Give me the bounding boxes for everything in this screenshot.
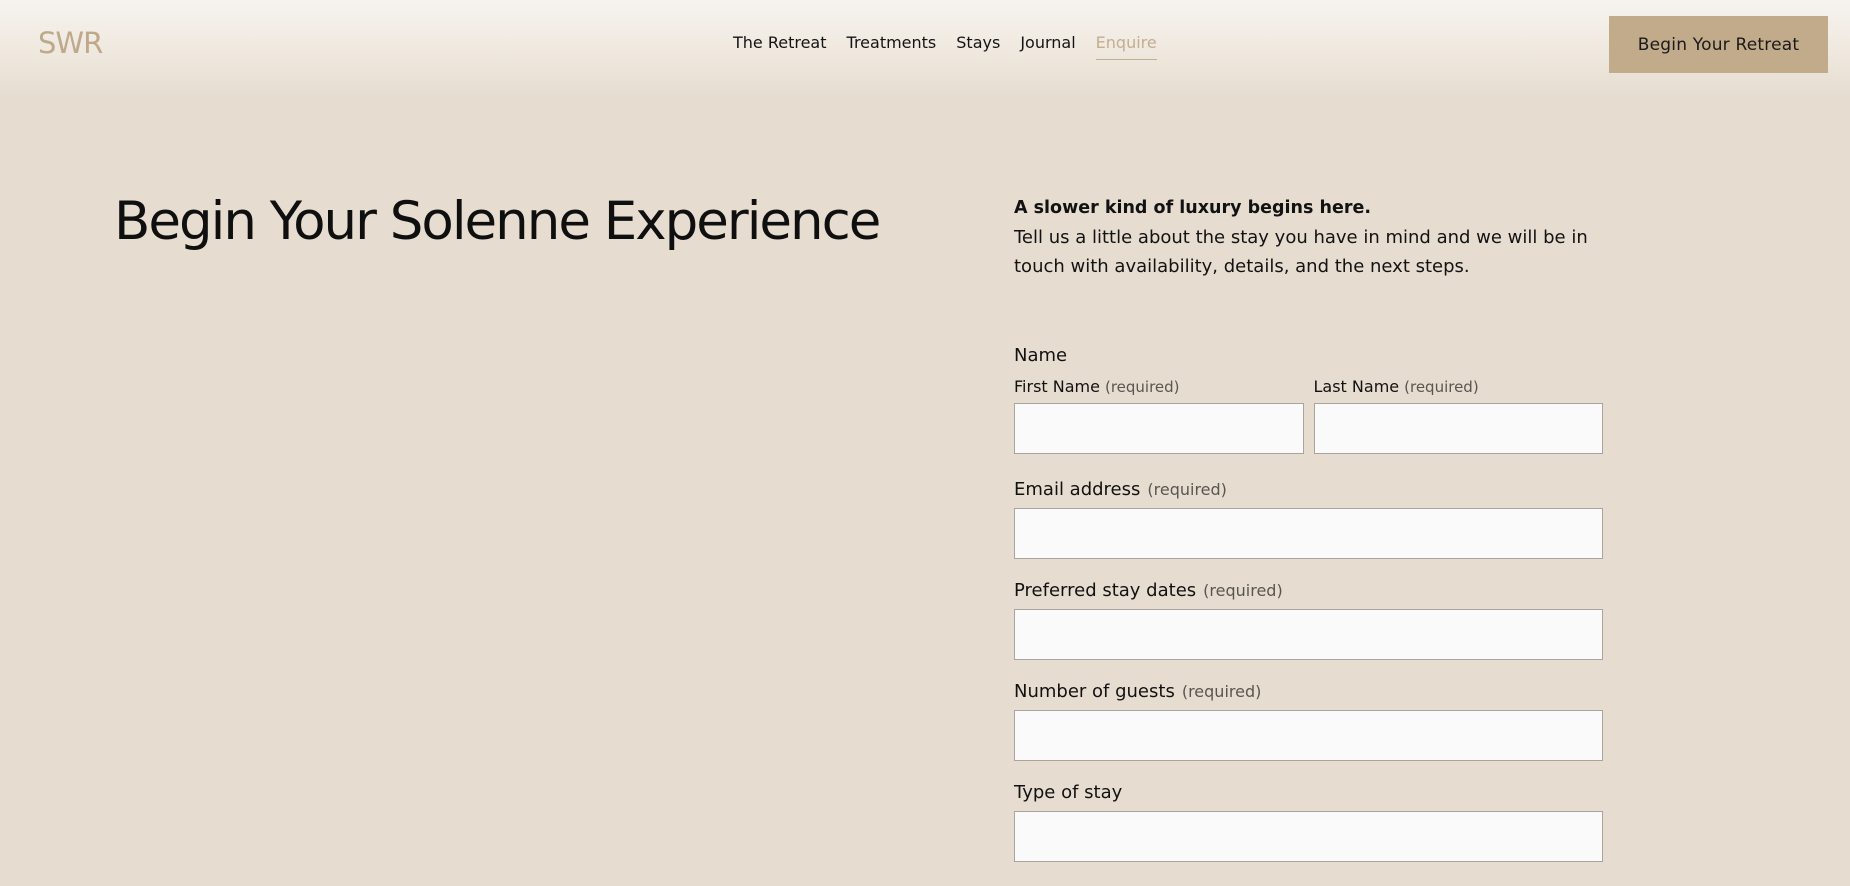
nav-item-stays[interactable]: Stays xyxy=(956,32,1000,60)
guests-field: Number of guests (required) xyxy=(1014,680,1603,761)
required-indicator: (required) xyxy=(1181,682,1262,701)
first-name-label: First Name (required) xyxy=(1014,377,1304,397)
name-group-label: Name xyxy=(1014,345,1068,366)
guests-input[interactable] xyxy=(1014,710,1603,761)
last-name-input[interactable] xyxy=(1313,403,1603,454)
stay-type-field: Type of stay xyxy=(1014,781,1603,862)
required-indicator: (required) xyxy=(1404,378,1479,396)
nav-item-enquire[interactable]: Enquire xyxy=(1095,32,1157,60)
stay-dates-label: Preferred stay dates (required) xyxy=(1014,579,1603,603)
required-indicator: (required) xyxy=(1203,581,1283,600)
begin-your-retreat-button[interactable]: Begin Your Retreat xyxy=(1609,16,1828,73)
email-input[interactable] xyxy=(1014,508,1603,559)
name-row: First Name (required) Last Name (required) xyxy=(1014,377,1603,454)
required-indicator: (required) xyxy=(1147,480,1227,499)
nav-item-treatments[interactable]: Treatments xyxy=(847,32,937,60)
main-nav: The Retreat Treatments Stays Journal Enq… xyxy=(733,32,1157,60)
stay-dates-input[interactable] xyxy=(1014,609,1603,660)
nav-item-journal[interactable]: Journal xyxy=(1020,32,1075,60)
intro-text: A slower kind of luxury begins here. Tel… xyxy=(1014,194,1614,281)
last-name-label-text: Last Name xyxy=(1313,377,1400,396)
stay-type-label: Type of stay xyxy=(1014,782,1123,803)
stay-dates-label-text: Preferred stay dates xyxy=(1014,580,1197,601)
enquiry-form: Name First Name (required) Last Name (requ… xyxy=(1014,343,1603,862)
guests-label: Number of guests (required) xyxy=(1014,680,1603,704)
stay-type-input[interactable] xyxy=(1014,811,1603,862)
first-name-label-text: First Name xyxy=(1014,377,1100,396)
email-label-text: Email address xyxy=(1014,479,1141,500)
guests-label-text: Number of guests xyxy=(1014,681,1175,702)
last-name-field: Last Name (required) xyxy=(1313,377,1604,454)
stay-dates-field: Preferred stay dates (required) xyxy=(1014,579,1603,660)
nav-item-the-retreat[interactable]: The Retreat xyxy=(733,32,827,60)
email-field: Email address (required) xyxy=(1014,478,1603,559)
last-name-label: Last Name (required) xyxy=(1314,377,1604,397)
required-indicator: (required) xyxy=(1104,378,1180,396)
first-name-field: First Name (required) xyxy=(1014,377,1304,454)
site-header: SWR The Retreat Treatments Stays Journal… xyxy=(0,0,1850,96)
page-title: Begin Your Solenne Experience xyxy=(114,191,881,252)
intro-lead: A slower kind of luxury begins here. xyxy=(1014,198,1371,218)
intro-body: Tell us a little about the stay you have… xyxy=(1014,227,1588,277)
email-label: Email address (required) xyxy=(1014,478,1603,502)
site-logo[interactable]: SWR xyxy=(38,26,103,60)
first-name-input[interactable] xyxy=(1014,403,1304,454)
